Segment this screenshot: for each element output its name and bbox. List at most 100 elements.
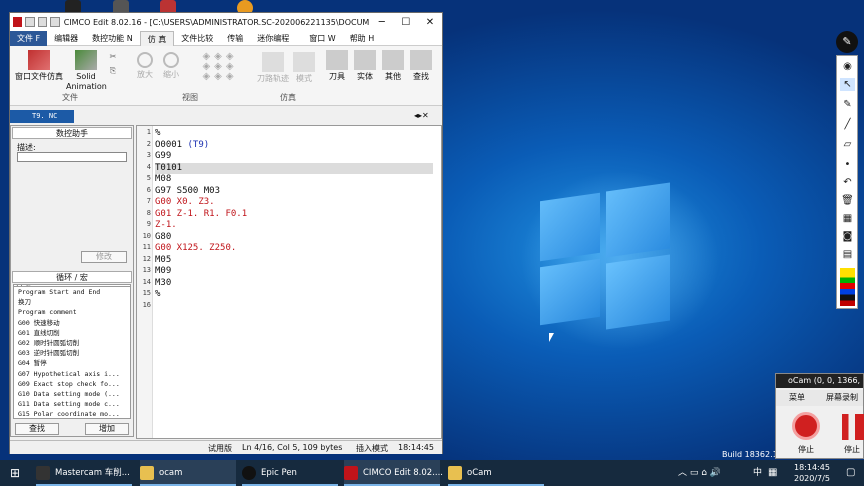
code-line[interactable]: % (155, 289, 160, 301)
epic-pen-logo-icon[interactable]: ✎ (836, 31, 858, 53)
stop-record-icon[interactable] (792, 412, 820, 440)
code-line[interactable]: T0101 (155, 162, 433, 174)
code-line[interactable]: M30 (155, 278, 171, 290)
tab-nav-icons[interactable]: ◂▸✕ (414, 111, 429, 120)
maximize-button[interactable]: ☐ (394, 17, 418, 28)
view-tools-icons[interactable]: ◈◈◈ ◈◈◈ ◈◈◈ (188, 52, 252, 82)
description-input[interactable] (17, 152, 127, 162)
notification-icon[interactable]: ▢ (846, 460, 855, 486)
zoom-out-button[interactable]: 缩小 (160, 52, 182, 80)
ocam-record-screen[interactable]: 屏幕录制 (826, 390, 858, 406)
tab-simulation[interactable]: 仿 真 (139, 30, 175, 46)
code-line[interactable]: G99 (155, 151, 171, 163)
solid-animation-button[interactable]: Solid Animation (66, 50, 107, 92)
tab-editor[interactable]: 编辑器 (47, 31, 85, 46)
find-ribbon-button[interactable]: 查找 (410, 50, 432, 82)
document-tab[interactable]: T9. NC (10, 110, 74, 123)
list-item[interactable]: 换刀 (14, 297, 130, 307)
whiteboard-icon[interactable]: ▦ (840, 212, 855, 225)
taskbar-item-ocam[interactable]: oCam (448, 460, 544, 486)
code-line[interactable]: G00 X0. Z3. (155, 197, 215, 209)
tab-file-compare[interactable]: 文件比较 (174, 31, 220, 46)
clock-time[interactable]: 18:14:45 (794, 462, 830, 473)
pause-icon[interactable] (842, 414, 864, 440)
cursor-icon[interactable]: ↖ (840, 78, 855, 91)
command-list[interactable]: Program Start and End 换刀 Program comment G0… (13, 286, 131, 419)
code-line[interactable]: M05 (155, 255, 171, 267)
tab-nc-functions[interactable]: 数控功能 N (85, 31, 140, 46)
zoom-in-button[interactable]: 放大 (134, 52, 156, 80)
list-item[interactable]: G15 Polar coordinate mo... (14, 409, 130, 418)
animation-label: Animation (66, 82, 107, 91)
ocam-menu[interactable]: 菜单 (789, 390, 805, 406)
code-line[interactable]: G00 X125. Z250. (155, 243, 236, 255)
code-line[interactable]: O0001 (T9) (155, 140, 209, 152)
line-number: 15 (142, 289, 151, 297)
tab-transfer[interactable]: 传输 (220, 31, 250, 46)
list-item[interactable]: G09 Exact stop check fo... (14, 379, 130, 389)
eraser-icon[interactable]: ▱ (840, 138, 855, 151)
code-text: % (155, 289, 161, 299)
scissors-icon[interactable]: ✂ (106, 52, 120, 62)
list-item[interactable]: G00 快速移动 (14, 318, 130, 328)
trash-icon[interactable]: 🗑 (840, 194, 855, 207)
eye-icon[interactable]: ◉ (840, 60, 855, 73)
code-line[interactable]: G01 Z-1. R1. F0.1 (155, 209, 247, 221)
code-editor[interactable]: 1 2 3 4 5 6 7 8 9 10 11 12 13 14 15 16 % O0001 (T9) G99 T0… (136, 125, 442, 439)
code-line[interactable]: M09 (155, 266, 171, 278)
code-line[interactable]: G97 S500 M03 (155, 186, 220, 198)
mode-button[interactable]: 模式 (292, 52, 316, 84)
print-icon[interactable] (50, 17, 60, 27)
toolpath-button[interactable]: 刀路轨迹 (256, 52, 290, 84)
undo-icon[interactable] (37, 17, 48, 27)
list-item[interactable]: G01 直线切削 (14, 328, 130, 338)
minimize-button[interactable]: ─ (370, 17, 394, 28)
keyboard-icon[interactable]: ▦ (768, 460, 777, 486)
title-bar[interactable]: CIMCO Edit 8.02.16 - [C:\USERS\ADMINISTR… (10, 13, 442, 31)
save-icon[interactable] (25, 17, 35, 27)
pen-icon[interactable]: ✎ (840, 98, 855, 111)
undo-arrow-icon[interactable]: ↶ (840, 176, 855, 189)
find-button[interactable]: 查找 (15, 423, 59, 435)
tool-button[interactable]: 刀具 (326, 50, 348, 82)
list-item[interactable]: G03 逆时针圆弧切削 (14, 348, 130, 358)
window-file-sim-button[interactable]: 窗口文件仿真 (14, 50, 64, 82)
modify-button[interactable]: 修改 (81, 251, 127, 263)
color-palette[interactable] (840, 268, 855, 306)
list-item[interactable]: Program Start and End (14, 287, 130, 297)
clock-date[interactable]: 2020/7/5 (794, 473, 830, 484)
code-line[interactable]: % (155, 128, 160, 140)
taskbar-item-mastercam[interactable]: Mastercam 车削... (36, 460, 132, 486)
tab-file[interactable]: 文件 F (10, 30, 48, 46)
camera-icon[interactable]: ◙ (840, 230, 855, 243)
clipboard-icon[interactable]: ▤ (840, 248, 855, 261)
list-item[interactable]: Program comment (14, 307, 130, 317)
other-button[interactable]: 其他 (382, 50, 404, 82)
list-item[interactable]: G11 Data setting mode c... (14, 399, 130, 409)
tray-icons[interactable]: ︿ ▭ ⌂ 🔊 (678, 460, 721, 486)
taskbar-item-ocam-folder[interactable]: ocam (140, 460, 236, 486)
taskbar-item-epic-pen[interactable]: Epic Pen (242, 460, 338, 486)
list-item[interactable]: G04 暂停 (14, 358, 130, 368)
taskbar-item-cimco[interactable]: CIMCO Edit 8.02.... (344, 460, 443, 486)
menu-window[interactable]: 窗口 W (302, 31, 342, 46)
document-tab-bar: T9. NC ◂▸✕ (10, 110, 442, 123)
code-line[interactable]: G80 (155, 232, 171, 244)
line-number: 11 (142, 243, 151, 251)
list-item[interactable]: G07 Hypothetical axis i... (14, 369, 130, 379)
size-dot-icon[interactable]: • (840, 158, 855, 171)
highlighter-icon[interactable]: ╱ (840, 118, 855, 131)
start-windows-icon[interactable]: ⊞ (10, 460, 20, 486)
add-button[interactable]: 增加 (85, 423, 129, 435)
code-line[interactable]: M08 (155, 174, 171, 186)
ime-indicator[interactable]: 中 (753, 460, 762, 486)
copy-icon[interactable]: ⎘ (106, 66, 120, 76)
tab-mini-programming[interactable]: 迷你编程 (250, 31, 296, 46)
menu-help[interactable]: 帮助 H (343, 31, 382, 46)
list-item[interactable]: G10 Data setting mode (... (14, 389, 130, 399)
list-item[interactable]: G02 顺时针圆弧切削 (14, 338, 130, 348)
code-line[interactable]: Z-1. (155, 220, 177, 232)
taskbar-label-epic: Epic Pen (261, 468, 297, 478)
close-button[interactable]: ✕ (418, 17, 442, 28)
solid-button[interactable]: 实体 (354, 50, 376, 82)
